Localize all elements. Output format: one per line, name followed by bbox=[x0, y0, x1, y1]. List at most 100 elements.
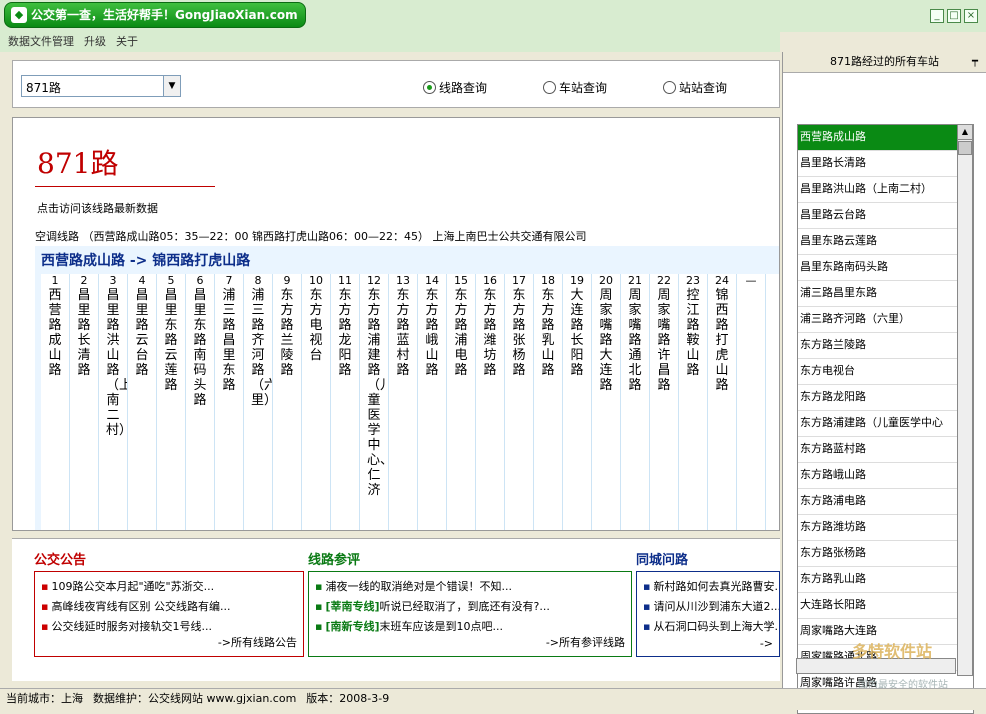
station-name: 东方路乳山路 bbox=[541, 288, 555, 378]
radio-station-query[interactable]: 车站查询 bbox=[543, 79, 607, 96]
station-number: 22 bbox=[657, 274, 671, 287]
station-number: 6 bbox=[196, 274, 204, 287]
menu-upgrade[interactable]: 升级 bbox=[84, 32, 106, 52]
station-list[interactable]: 西营路成山路 昌里路长清路 昌里路洪山路（上南二村） 昌里路云台路 昌里东路云莲路 昌里东… bbox=[797, 124, 974, 714]
station-column[interactable]: 7 浦三路昌里东路 bbox=[215, 274, 244, 530]
route-direction: 西营路成山路 -> 锦西路打虎山路 bbox=[41, 253, 251, 269]
station-name: 昌里路长清路 bbox=[77, 288, 91, 378]
notice-item[interactable]: ▪ 高峰线夜宵线有区别 公交线路有编... bbox=[41, 598, 230, 614]
station-column[interactable]: 4 昌里路云台路 bbox=[128, 274, 157, 530]
station-column[interactable]: 20 周家嘴路大连路 bbox=[592, 274, 621, 530]
station-list-item[interactable]: 东方路龙阳路 bbox=[798, 385, 973, 411]
station-list-item[interactable]: 东方路峨山路 bbox=[798, 463, 973, 489]
direction-question-item[interactable]: ▪ 新村路如何去真光路曹安... bbox=[643, 578, 779, 594]
station-number: 18 bbox=[541, 274, 555, 287]
station-list-item[interactable]: 浦三路齐河路（六里） bbox=[798, 307, 973, 333]
directions-box: ▪ 新村路如何去真光路曹安... ▪ 请问从川沙到浦东大道2... ▪ 从石洞口码头到… bbox=[636, 571, 780, 657]
station-number: · bbox=[766, 274, 779, 288]
notice-item[interactable]: ▪ 109路公交本月起"通吃"苏浙交... bbox=[41, 578, 214, 594]
station-list-item[interactable]: 东方路浦建路（儿童医学中心 bbox=[798, 411, 973, 437]
station-name: 周家嘴路许昌路 bbox=[657, 288, 671, 393]
station-number: 19 bbox=[570, 274, 584, 287]
search-panel: 871路 ▼ 线路查询 车站查询 站站查询 bbox=[12, 60, 780, 108]
station-column[interactable]: 23 控江路鞍山路 bbox=[679, 274, 708, 530]
station-column[interactable]: 14 东方路峨山路 bbox=[418, 274, 447, 530]
station-list-item[interactable]: 昌里路洪山路（上南二村） bbox=[798, 177, 973, 203]
scroll-up-icon[interactable]: ▲ bbox=[958, 125, 972, 140]
station-column[interactable]: · bbox=[766, 274, 779, 530]
all-directions-link[interactable]: -> bbox=[760, 637, 773, 650]
station-column[interactable]: 3昌里路洪山路（上南二村） bbox=[99, 274, 128, 530]
station-column[interactable]: 5 昌里东路云莲路 bbox=[157, 274, 186, 530]
station-number: — bbox=[745, 274, 757, 287]
watermark-brand: 多特软件站 bbox=[852, 642, 933, 661]
all-reviews-link[interactable]: ->所有参评线路 bbox=[546, 634, 625, 650]
station-number: 20 bbox=[599, 274, 613, 287]
station-number: 5 bbox=[167, 274, 175, 287]
station-number: 10 bbox=[309, 274, 323, 287]
station-column[interactable]: 8浦三路齐河路（六里） bbox=[244, 274, 273, 530]
station-list-item[interactable]: 昌里东路云莲路 bbox=[798, 229, 973, 255]
station-column[interactable]: 9 东方路兰陵路 bbox=[273, 274, 302, 530]
scroll-thumb[interactable] bbox=[958, 141, 972, 155]
station-column[interactable]: 11 东方路龙阳路 bbox=[331, 274, 360, 530]
station-column[interactable]: 10 东方电视台 bbox=[302, 274, 331, 530]
station-column[interactable]: — bbox=[737, 274, 766, 530]
station-column[interactable]: 15 东方路浦电路 bbox=[447, 274, 476, 530]
station-column[interactable]: 21 周家嘴路通北路 bbox=[621, 274, 650, 530]
maximize-button[interactable]: □ bbox=[947, 9, 961, 23]
station-list-item[interactable]: 东方路潍坊路 bbox=[798, 515, 973, 541]
route-select-value: 871路 bbox=[26, 81, 61, 95]
station-number: 14 bbox=[425, 274, 439, 287]
station-list-item[interactable]: 东方电视台 bbox=[798, 359, 973, 385]
station-column[interactable]: 12东方路浦建路（儿童医学中心、仁济 bbox=[360, 274, 389, 530]
review-item[interactable]: ▪ [莘南专线]听说已经取消了，到底还有没有?... bbox=[315, 598, 550, 614]
station-column[interactable]: 2 昌里路长清路 bbox=[70, 274, 99, 530]
station-column[interactable]: 6 昌里东路南码头路 bbox=[186, 274, 215, 530]
minimize-button[interactable]: _ bbox=[930, 9, 944, 23]
station-list-item[interactable]: 东方路浦电路 bbox=[798, 489, 973, 515]
station-list-item[interactable]: 东方路蓝村路 bbox=[798, 437, 973, 463]
station-list-item[interactable]: 东方路兰陵路 bbox=[798, 333, 973, 359]
station-number: 2 bbox=[80, 274, 88, 287]
station-column[interactable]: 18 东方路乳山路 bbox=[534, 274, 563, 530]
station-number: 3 bbox=[109, 274, 117, 287]
station-column[interactable]: 19 大连路长阳路 bbox=[563, 274, 592, 530]
station-list-item[interactable]: 昌里东路南码头路 bbox=[798, 255, 973, 281]
station-list-item[interactable]: 浦三路昌里东路 bbox=[798, 281, 973, 307]
station-column[interactable]: 17 东方路张杨路 bbox=[505, 274, 534, 530]
station-column[interactable]: 13 东方路蓝村路 bbox=[389, 274, 418, 530]
station-list-item[interactable]: 东方路乳山路 bbox=[798, 567, 973, 593]
route-select[interactable]: 871路 ▼ bbox=[21, 75, 181, 97]
station-number: 13 bbox=[396, 274, 410, 287]
station-column[interactable]: 1 西营路成山路 bbox=[41, 274, 70, 530]
review-item[interactable]: ▪ [南新专线]末班车应该是到10点吧... bbox=[315, 618, 503, 634]
menu-data-file[interactable]: 数据文件管理 bbox=[8, 32, 74, 52]
station-column[interactable]: 22 周家嘴路许昌路 bbox=[650, 274, 679, 530]
station-list-vscrollbar[interactable]: ▲ bbox=[957, 124, 973, 676]
station-list-item[interactable]: 西营路成山路 bbox=[798, 125, 973, 151]
station-number: 8 bbox=[254, 274, 262, 287]
station-list-item[interactable]: 东方路张杨路 bbox=[798, 541, 973, 567]
station-column[interactable]: 16 东方路潍坊路 bbox=[476, 274, 505, 530]
close-button[interactable]: × bbox=[964, 9, 978, 23]
menu-about[interactable]: 关于 bbox=[116, 32, 138, 52]
notice-item[interactable]: ▪ 公交线延时服务对接轨交1号线... bbox=[41, 618, 212, 634]
pin-icon[interactable]: ┯ bbox=[972, 52, 978, 72]
station-column[interactable]: 24 锦西路打虎山路 bbox=[708, 274, 737, 530]
all-notices-link[interactable]: ->所有线路公告 bbox=[218, 634, 297, 650]
station-list-item[interactable]: 大连路长阳路 bbox=[798, 593, 973, 619]
radio-station-to-station-query[interactable]: 站站查询 bbox=[663, 79, 727, 96]
title-divider bbox=[35, 186, 215, 187]
route-detail-panel: 871路 点击访问该线路最新数据 空调线路 （西营路成山路05：35—22：00… bbox=[12, 117, 780, 531]
visit-latest-link[interactable]: 点击访问该线路最新数据 bbox=[37, 200, 158, 216]
direction-question-item[interactable]: ▪ 请问从川沙到浦东大道2... bbox=[643, 598, 779, 614]
direction-question-item[interactable]: ▪ 从石洞口码头到上海大学... bbox=[643, 618, 779, 634]
station-name: 昌里东路南码头路 bbox=[193, 288, 207, 408]
station-list-item[interactable]: 昌里路长清路 bbox=[798, 151, 973, 177]
review-item[interactable]: ▪ 浦夜一线的取消绝对是个错误！不知... bbox=[315, 578, 512, 594]
radio-route-query[interactable]: 线路查询 bbox=[423, 79, 487, 96]
station-list-item[interactable]: 昌里路云台路 bbox=[798, 203, 973, 229]
section-title-reviews: 线路参评 bbox=[308, 553, 361, 568]
chevron-down-icon[interactable]: ▼ bbox=[163, 76, 180, 96]
